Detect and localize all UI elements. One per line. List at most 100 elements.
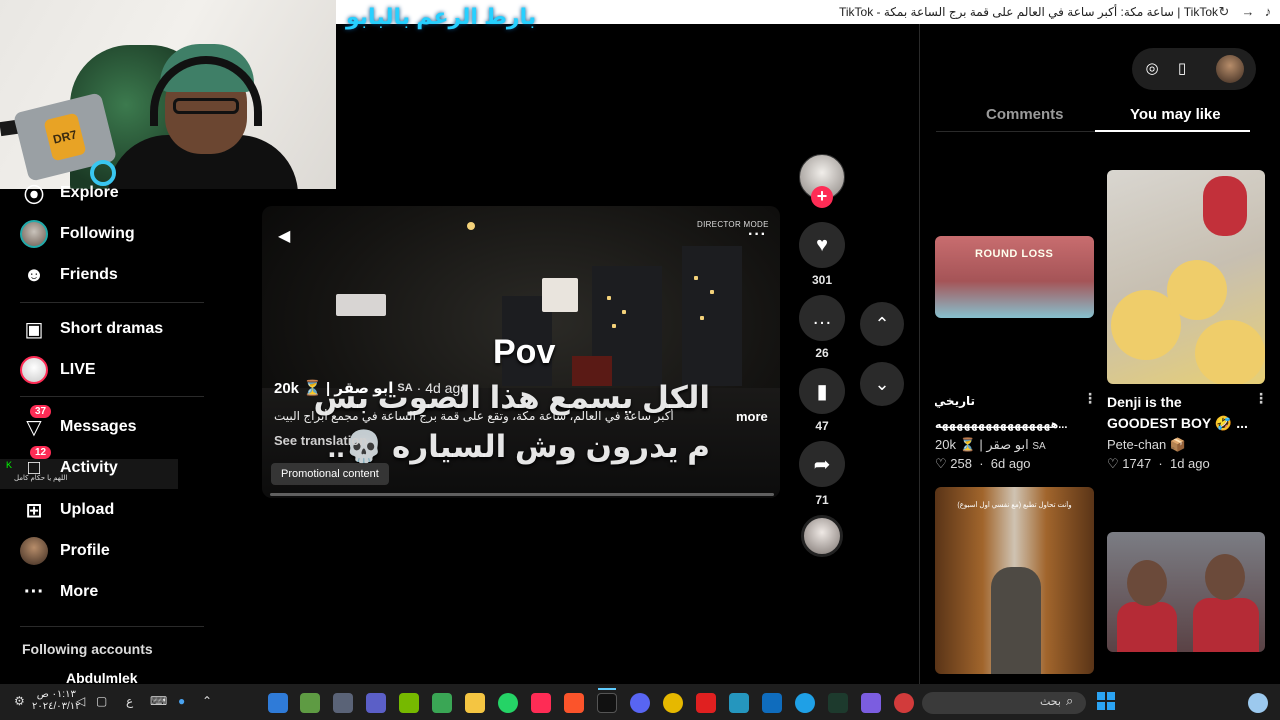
thumbnail-figure [1193, 598, 1259, 652]
sidebar-item-explore[interactable]: ⦿ Explore [20, 178, 119, 208]
video-overlay-line2: م يدرون وش السياره 💀.. [327, 429, 710, 464]
reload-icon[interactable]: ↻ [1216, 4, 1232, 20]
card-author[interactable]: 20k ⏳ | ابو صقر SA [935, 437, 1046, 453]
youtube-icon[interactable] [696, 693, 716, 713]
sidebar-item-following[interactable]: Following [20, 219, 135, 249]
coin-icon[interactable]: ◎ [1142, 59, 1162, 79]
share-button[interactable]: ➦ [799, 441, 845, 487]
thumbnail-caption: وأنت تحاول تطبع (مع نفسي أول أسبوع) [957, 502, 1072, 509]
card-title[interactable]: Denji is the [1107, 394, 1247, 410]
teams-icon[interactable] [366, 693, 386, 713]
sidebar-item-profile[interactable]: Profile [20, 536, 110, 566]
weather-icon[interactable] [1248, 693, 1268, 713]
gamepad-icon[interactable] [861, 693, 881, 713]
sidebar-item-live[interactable]: LIVE [20, 355, 96, 385]
windows-start-icon[interactable] [1097, 692, 1115, 710]
next-video-button[interactable]: ⌄ [860, 362, 904, 406]
edge-icon[interactable] [795, 693, 815, 713]
settings-icon[interactable]: ⚙ [14, 694, 25, 708]
friends-icon: ☻ [23, 263, 45, 286]
record-icon[interactable] [894, 693, 914, 713]
card-author[interactable]: Pete-chan 📦 [1107, 437, 1186, 453]
follow-plus-button[interactable]: + [811, 186, 833, 208]
nvidia-icon[interactable] [399, 693, 419, 713]
window-light [622, 310, 626, 314]
video-author[interactable]: 20k ⏳ | ابو صقر [274, 379, 393, 397]
volume-icon[interactable]: ◁ [76, 694, 85, 708]
sidebar-item-label: Profile [60, 542, 110, 559]
window-light [607, 296, 611, 300]
messages-badge: 37 [30, 405, 52, 418]
tiktok-app-icon[interactable] [531, 693, 551, 713]
promotional-content-badge: Promotional content [271, 463, 389, 485]
comment-button[interactable]: … [799, 295, 845, 341]
share-icon: ➦ [813, 453, 831, 476]
sidebar-item-label: Explore [60, 184, 119, 201]
sidebar-item-label: More [60, 583, 99, 600]
thumbnail-figure [1167, 260, 1227, 320]
tab-you-may-like[interactable]: You may like [1130, 106, 1221, 126]
video-progress-bar[interactable] [270, 493, 774, 496]
save-button[interactable]: ▮ [799, 368, 845, 414]
phone-icon[interactable]: ▯ [1172, 59, 1192, 79]
discord-icon[interactable] [630, 693, 650, 713]
chrome-icon[interactable] [663, 693, 683, 713]
mail-icon[interactable] [762, 693, 782, 713]
mic-icon[interactable]: ● [178, 694, 185, 708]
previous-video-button[interactable]: ⌃ [860, 302, 904, 346]
thumbnail-face [1127, 560, 1167, 606]
recommended-thumbnail[interactable] [1107, 532, 1265, 652]
music-disc[interactable] [801, 515, 843, 557]
thumbnail-figure [1203, 176, 1247, 236]
sidebar-item-label: LIVE [60, 361, 96, 378]
sidebar-item-label: Friends [60, 266, 118, 283]
card-menu-icon[interactable]: ⋮ [1254, 390, 1268, 407]
sound-icon[interactable]: ◀ [278, 226, 290, 246]
sidebar-item-messages[interactable]: ▽ 37 Messages [20, 405, 137, 442]
lambda-app-icon[interactable] [828, 693, 848, 713]
app3-icon[interactable] [729, 693, 749, 713]
taskbar-search[interactable] [922, 692, 1086, 714]
message-icon: ▽ 37 [20, 405, 52, 441]
recommended-thumbnail[interactable] [1107, 170, 1265, 384]
sidebar-divider [20, 626, 204, 627]
sidebar-item-short-dramas[interactable]: ▣ Short dramas [20, 314, 164, 344]
app-icon[interactable] [333, 693, 353, 713]
card-menu-icon[interactable]: ⋮ [1083, 390, 1097, 407]
file-explorer-icon[interactable] [465, 693, 485, 713]
following-account-name: Abdulmlek [66, 672, 138, 684]
sidebar-item-friends[interactable]: ☻ Friends [20, 260, 118, 290]
recommended-thumbnail[interactable]: ROUND LOSS [935, 236, 1094, 318]
sidebar-divider [20, 302, 204, 303]
sidebar-item-more[interactable]: ··· More [20, 577, 98, 607]
card-title[interactable]: تاريخي [935, 394, 975, 408]
tiktok-active-icon[interactable] [597, 693, 617, 713]
card-likes: 1747 [1122, 456, 1152, 471]
user-avatar[interactable] [1216, 55, 1244, 83]
arrow-app-icon[interactable] [432, 693, 452, 713]
browser-tab-title: TikTok | ساعة مكة: أكبر ساعة في العالم ع… [838, 5, 1218, 19]
language-indicator[interactable]: ع [126, 694, 133, 708]
taskbar-clock[interactable]: ٠١:١٣ ص ٢٠٢٤/٠٣/١٢ [32, 689, 81, 713]
keyboard-icon[interactable]: ⌨ [150, 694, 167, 708]
tab-comments[interactable]: Comments [986, 106, 1064, 126]
following-account-item[interactable]: Abdulmlek [22, 672, 138, 684]
sidebar-item-label: Messages [60, 418, 137, 435]
minecraft-icon[interactable] [300, 693, 320, 713]
recommended-thumbnail[interactable]: وأنت تحاول تطبع (مع نفسي أول أسبوع) [935, 487, 1094, 674]
description-more-link[interactable]: more [736, 409, 768, 424]
defender-icon[interactable] [268, 693, 288, 713]
more-options-icon[interactable]: ··· [748, 226, 767, 244]
video-author-row[interactable]: 20k ⏳ | ابو صقر SA · 4d ago [274, 378, 468, 398]
card-date: 1d ago [1169, 456, 1210, 471]
network-icon[interactable]: ▢ [96, 694, 107, 708]
brave-icon[interactable] [564, 693, 584, 713]
sidebar-item-upload[interactable]: ⊞ Upload [20, 495, 115, 525]
tray-expand-icon[interactable]: ⌃ [202, 694, 212, 708]
see-translation-link[interactable]: See translation [274, 433, 367, 448]
whatsapp-icon[interactable] [498, 693, 518, 713]
like-button[interactable]: ♥ [799, 222, 845, 268]
active-tab-indicator [1095, 130, 1250, 132]
thumbnail-caption: ROUND LOSS [975, 248, 1054, 260]
forward-icon[interactable]: → [1240, 4, 1256, 20]
